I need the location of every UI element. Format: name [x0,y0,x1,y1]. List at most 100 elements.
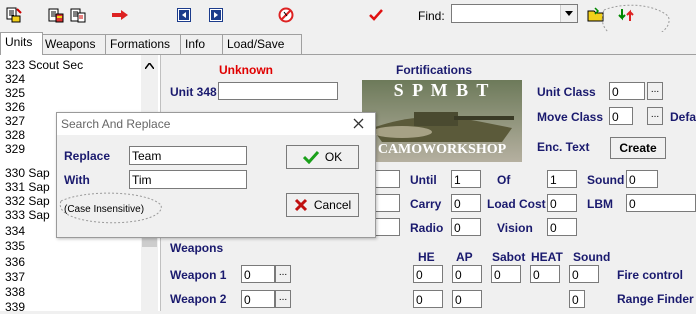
tab-units[interactable]: Units [0,32,43,55]
find-dropdown-button[interactable] [560,5,577,22]
weapon-2-field[interactable]: 0 [241,290,275,308]
list-item[interactable]: 330 Sap [5,167,50,180]
vision-label: Vision [497,221,533,235]
list-item[interactable]: 333 Sap [5,209,50,222]
list-item[interactable]: 335 [5,240,25,253]
list-item[interactable]: 328 [5,129,25,142]
weapon-1-sabot-field[interactable]: 0 [491,265,521,283]
col-sabot-label: Sabot [492,250,526,264]
list-item[interactable]: 326 [5,101,25,114]
unit-class-browse-button[interactable]: ... [647,82,663,100]
list-item[interactable]: 332 Sap [5,195,50,208]
replace-field[interactable]: Team [129,146,247,165]
list-item[interactable]: 337 [5,271,25,284]
unknown-label: Unknown [219,63,273,77]
create-button[interactable]: Create [610,137,666,159]
with-label: With [64,173,90,187]
tab-weapons[interactable]: Weapons [40,34,112,54]
toolbar: Find: [0,0,696,41]
load-cost-field[interactable]: 0 [547,194,577,212]
carry-field[interactable]: 0 [451,194,481,212]
load-cost-label: Load Cost [487,197,546,211]
with-field[interactable]: Tim [129,170,247,189]
sound-label: Sound [587,173,625,187]
col-ap-label: AP [456,250,473,264]
fire-control-label: Fire control [617,268,684,282]
unit-class-field[interactable]: 0 [609,82,645,100]
sound-field[interactable]: 0 [626,170,658,188]
list-item[interactable]: 334 [5,225,25,238]
find-combobox[interactable] [451,4,578,23]
weapon-2-browse-button[interactable]: ... [275,290,291,308]
chevron-down-icon [565,11,573,16]
weapon-1-field[interactable]: 0 [241,265,275,283]
until-label: Until [410,173,437,187]
radio-label: Radio [410,221,444,235]
col-sound-label: Sound [573,250,611,264]
weapon-2-ap-field[interactable]: 0 [452,290,482,308]
weapon-1-sound-field[interactable]: 0 [569,265,599,283]
list-item[interactable]: 323 Scout Sec [5,59,83,72]
scribble-annotation-icon [59,192,162,224]
weapon-1-he-field[interactable]: 0 [413,265,443,283]
search-replace-dialog: Search And Replace Replace Team With Tim… [56,112,376,238]
tab-info[interactable]: Info [180,34,227,54]
lbm-field[interactable]: 0 [626,194,696,212]
copy-icon[interactable] [4,6,24,24]
paste-icon[interactable] [46,6,66,24]
col-he-label: HE [418,250,435,264]
fortifications-label: Fortifications [396,63,473,77]
weapon-1-heat-field[interactable]: 0 [530,265,560,283]
close-icon[interactable] [353,118,364,129]
of-field[interactable]: 1 [547,170,577,188]
list-item[interactable]: 331 Sap [5,181,50,194]
until-field[interactable]: 1 [451,170,481,188]
cancel-button-label: Cancel [313,198,352,212]
tab-formations[interactable]: Formations [105,34,185,54]
paste-special-icon[interactable] [68,6,88,24]
col-heat-label: HEAT [531,250,563,264]
move-class-browse-button[interactable]: ... [647,107,663,125]
tab-load-save[interactable]: Load/Save [222,34,302,54]
arrow-right-icon[interactable] [110,6,130,24]
carry-label: Carry [410,197,442,211]
checkmark-icon[interactable] [366,6,386,24]
enc-text-label: Enc. Text [537,140,590,154]
dialog-titlebar: Search And Replace [57,113,375,135]
cancel-button[interactable]: Cancel [286,193,359,217]
weapon-1-label: Weapon 1 [170,268,227,282]
weapon-1-ap-field[interactable]: 0 [452,265,482,283]
camoworkshop-logo: S P M B T CAMOWORKSHOP [362,80,522,162]
unit-class-label: Unit Class [537,85,596,99]
nav-prev-icon[interactable] [174,6,194,24]
weapon-2-label: Weapon 2 [170,292,227,306]
radio-field[interactable]: 0 [451,218,481,236]
list-item[interactable]: 325 [5,87,25,100]
tank-icon [372,112,514,142]
list-item[interactable]: 338 [5,286,25,299]
list-item[interactable]: 327 [5,115,25,128]
of-label: Of [497,173,511,187]
list-item[interactable]: 329 [5,143,25,156]
replace-label: Replace [64,149,111,163]
nav-next-icon[interactable] [206,6,226,24]
ok-button[interactable]: OK [286,145,359,169]
logo-bottom-text: CAMOWORKSHOP [377,142,507,157]
ok-button-label: OK [324,150,343,164]
chevron-up-icon[interactable] [145,63,154,69]
range-finder-label: Range Finder [617,292,694,306]
list-item[interactable]: 336 [5,256,25,269]
unit-label: Unit 348 [170,85,217,99]
close-icon [294,198,307,212]
list-item[interactable]: 324 [5,73,25,86]
logo-top-text: S P M B T [393,80,491,100]
move-class-field[interactable]: 0 [609,107,633,125]
weapon-2-he-field[interactable]: 0 [413,290,443,308]
list-item[interactable]: 339 [5,301,25,314]
no-entry-icon[interactable] [276,6,296,24]
unit-name-field[interactable] [218,82,338,100]
weapons-label: Weapons [170,241,224,255]
vision-field[interactable]: 0 [547,218,577,236]
weapon-2-sound-field[interactable]: 0 [569,290,585,308]
weapon-1-browse-button[interactable]: ... [275,265,291,283]
